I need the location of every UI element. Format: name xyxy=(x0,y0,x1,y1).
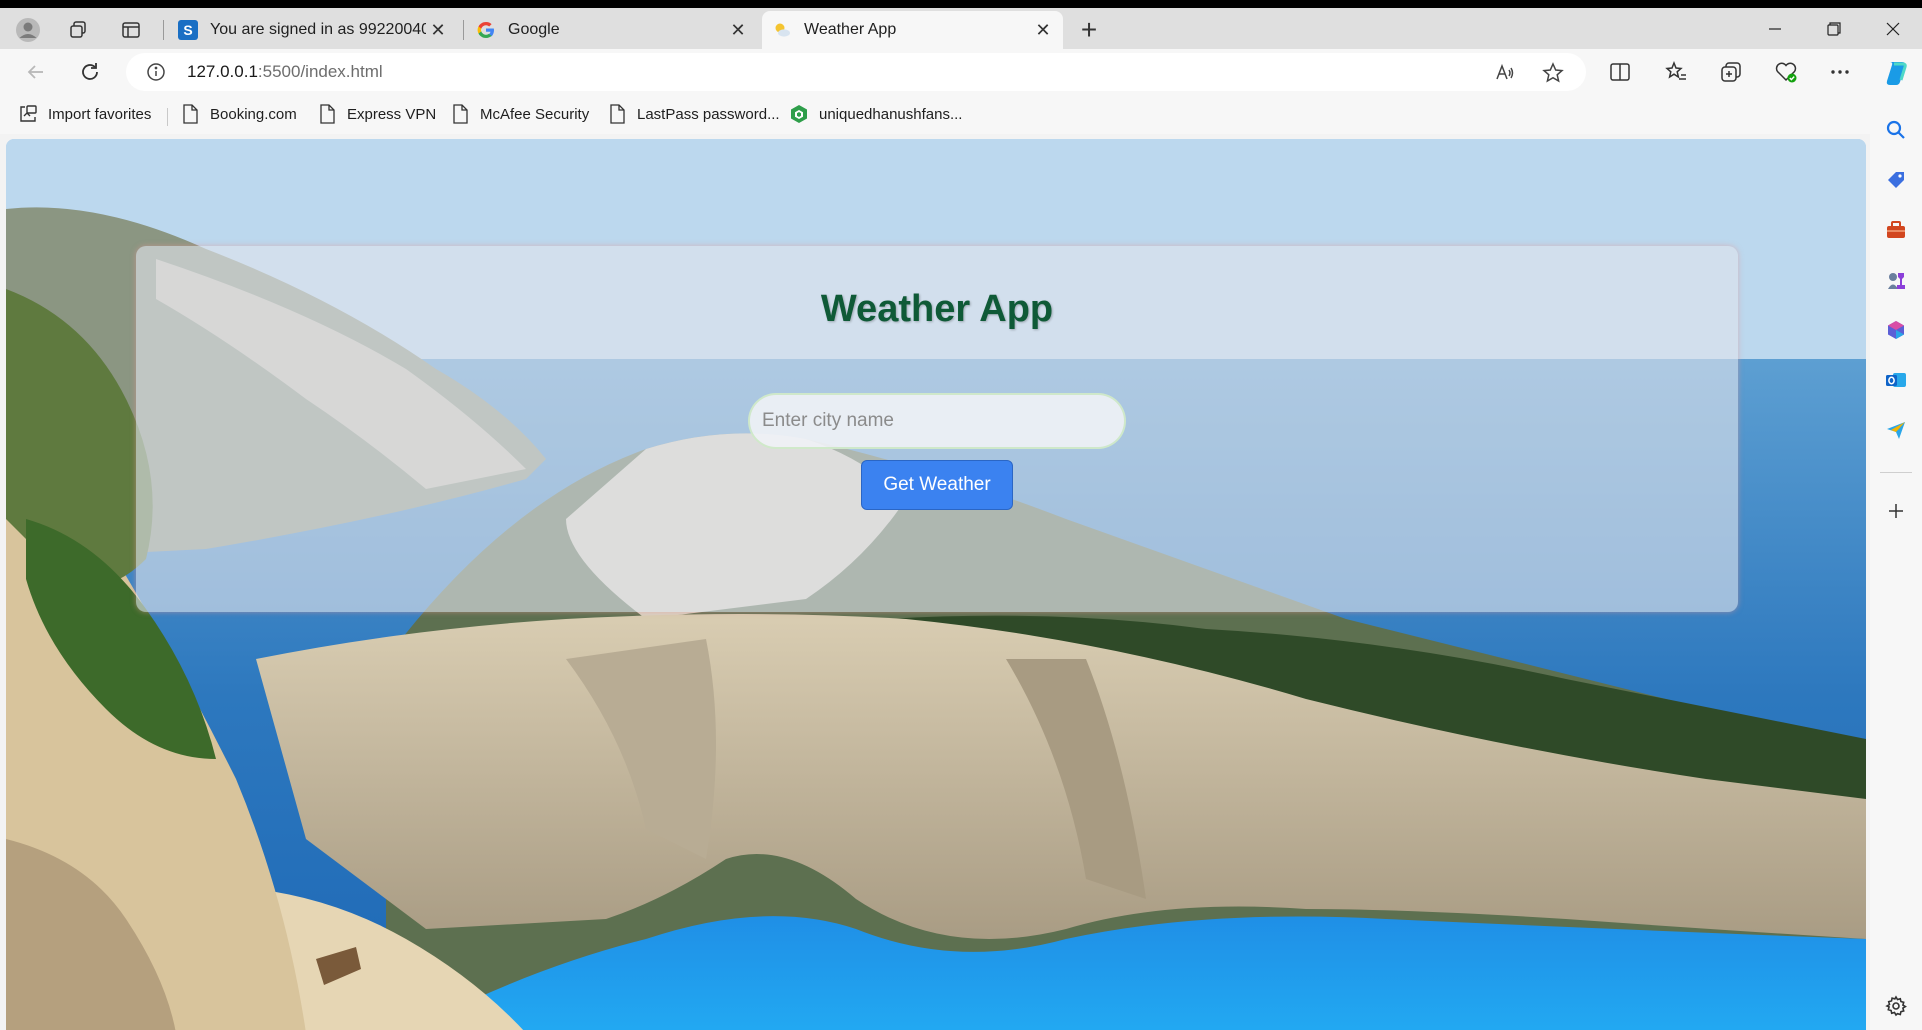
weather-sun-cloud-icon xyxy=(772,20,792,40)
browser-window: S You are signed in as 9922004049 ✕ Goog… xyxy=(0,8,1922,1030)
edge-sidebar xyxy=(1870,94,1922,1030)
close-icon[interactable]: ✕ xyxy=(1031,18,1055,42)
tab-strip: S You are signed in as 9922004049 ✕ Goog… xyxy=(0,8,1922,49)
page-icon xyxy=(180,104,200,124)
weather-card: Weather App Get Weather xyxy=(136,246,1738,612)
import-icon xyxy=(18,104,38,124)
tools-briefcase-icon[interactable] xyxy=(1883,217,1909,243)
collections-icon[interactable] xyxy=(1717,58,1745,86)
google-g-icon xyxy=(476,20,496,40)
city-input[interactable] xyxy=(748,393,1126,449)
favorite-label: uniquedhanushfans... xyxy=(819,105,963,123)
favorite-star-icon[interactable] xyxy=(1540,60,1566,86)
close-icon[interactable]: ✕ xyxy=(726,18,750,42)
close-icon[interactable]: ✕ xyxy=(426,18,450,42)
search-icon[interactable] xyxy=(1883,117,1909,143)
page-icon xyxy=(317,104,337,124)
url-host: 127.0.0.1 xyxy=(187,62,258,81)
tab-signed-in[interactable]: S You are signed in as 9922004049 ✕ xyxy=(168,11,458,49)
settings-gear-icon[interactable] xyxy=(1883,993,1909,1019)
favorite-label: Import favorites xyxy=(48,105,152,123)
favorite-label: Booking.com xyxy=(210,105,297,123)
copilot-icon[interactable] xyxy=(1879,56,1913,90)
profile-avatar-icon[interactable] xyxy=(14,16,42,44)
refresh-icon[interactable] xyxy=(73,55,107,89)
games-chess-icon[interactable] xyxy=(1883,267,1909,293)
s-letter-icon: S xyxy=(178,20,198,40)
favorite-label: LastPass password... xyxy=(637,105,780,123)
favorite-express-vpn[interactable]: Express VPN xyxy=(317,102,436,126)
page-icon xyxy=(450,104,470,124)
add-sidebar-icon[interactable] xyxy=(1883,498,1909,524)
site-info-icon[interactable] xyxy=(146,62,166,87)
favorite-import[interactable]: Import favorites xyxy=(18,102,151,126)
url-path: :5500/index.html xyxy=(257,62,383,81)
tab-title: Google xyxy=(508,21,560,38)
favorite-uniquedhanushfans[interactable]: uniquedhanushfans... xyxy=(789,102,962,126)
browser-essentials-icon[interactable] xyxy=(1772,58,1800,86)
favorites-bar: Import favorites Booking.com Express VPN… xyxy=(0,94,1870,134)
workspaces-icon[interactable] xyxy=(64,16,92,44)
favorite-lastpass[interactable]: LastPass password... xyxy=(607,102,780,126)
favorites-list-icon[interactable] xyxy=(1662,58,1690,86)
green-hex-icon xyxy=(789,104,809,124)
svg-text:S: S xyxy=(183,22,192,38)
shopping-tag-icon[interactable] xyxy=(1883,167,1909,193)
split-screen-icon[interactable] xyxy=(1606,58,1634,86)
microsoft-365-icon[interactable] xyxy=(1883,317,1909,343)
send-plane-icon[interactable] xyxy=(1883,417,1909,443)
toolbar: 127.0.0.1:5500/index.html xyxy=(0,49,1922,94)
favorite-booking[interactable]: Booking.com xyxy=(180,102,297,126)
outlook-icon[interactable] xyxy=(1883,367,1909,393)
tab-google[interactable]: Google ✕ xyxy=(466,11,758,49)
favorite-label: Express VPN xyxy=(347,105,437,123)
more-menu-icon[interactable] xyxy=(1826,58,1854,86)
sidebar-divider xyxy=(1880,472,1912,473)
back-arrow-icon[interactable] xyxy=(19,55,53,89)
address-bar[interactable]: 127.0.0.1:5500/index.html xyxy=(126,53,1586,91)
tab-weather-app[interactable]: Weather App ✕ xyxy=(762,11,1063,49)
page-viewport: Weather App Get Weather xyxy=(6,139,1866,1030)
favorite-mcafee[interactable]: McAfee Security xyxy=(450,102,589,126)
app-title: Weather App xyxy=(820,288,1054,330)
page-icon xyxy=(607,104,627,124)
new-tab-button[interactable]: + xyxy=(1073,14,1105,46)
restore-icon[interactable] xyxy=(1811,14,1857,44)
tab-title: Weather App xyxy=(804,21,897,38)
url-text[interactable]: 127.0.0.1:5500/index.html xyxy=(187,62,383,82)
minimize-icon[interactable] xyxy=(1752,14,1798,44)
get-weather-button[interactable]: Get Weather xyxy=(861,460,1013,510)
read-aloud-icon[interactable] xyxy=(1492,60,1518,86)
favorite-label: McAfee Security xyxy=(480,105,590,123)
tab-title: You are signed in as 9922004049 xyxy=(210,21,426,38)
close-window-icon[interactable] xyxy=(1870,14,1916,44)
tab-actions-icon[interactable] xyxy=(117,16,145,44)
